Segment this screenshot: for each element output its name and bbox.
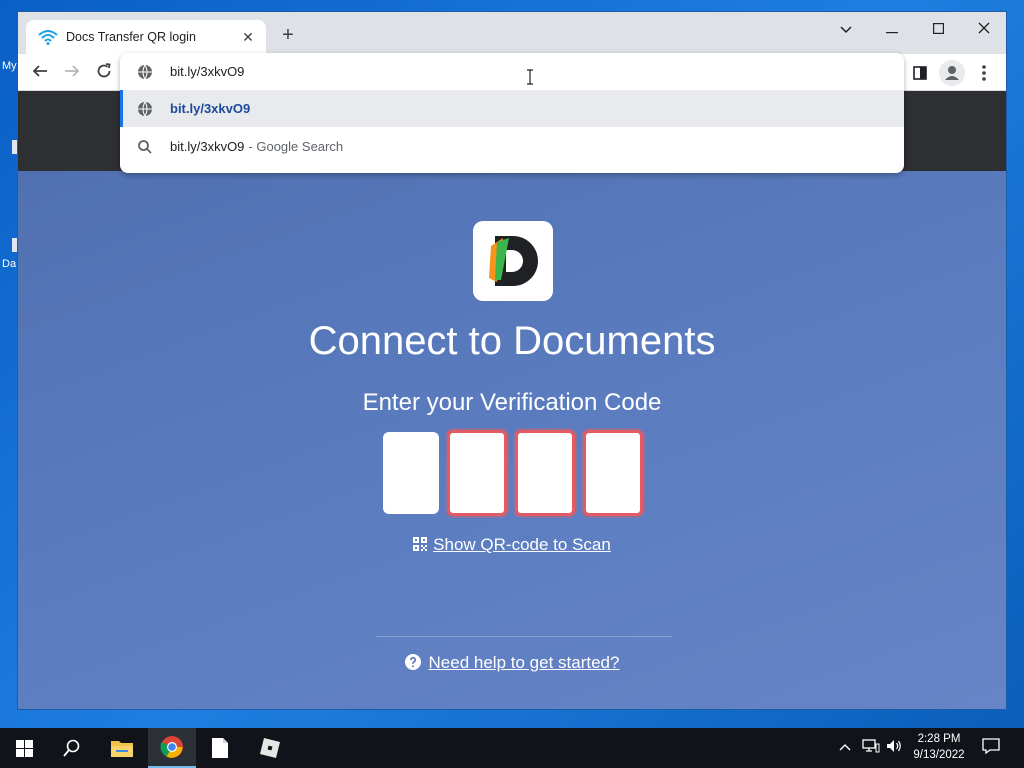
windows-logo-icon xyxy=(15,739,33,757)
folder-icon xyxy=(111,741,133,757)
clock-date: 9/13/2022 xyxy=(913,749,965,761)
globe-icon xyxy=(138,101,152,117)
help-link[interactable]: Need help to get started? xyxy=(18,653,1006,673)
text-cursor-icon xyxy=(527,69,533,85)
tab-strip: Docs Transfer QR login ✕ + xyxy=(18,12,1006,54)
back-arrow-icon xyxy=(32,65,47,77)
taskbar-document-app[interactable] xyxy=(196,728,244,768)
chrome-icon xyxy=(160,736,183,758)
maximize-button[interactable] xyxy=(924,16,952,44)
page-subtitle: Enter your Verification Code xyxy=(362,389,662,416)
divider xyxy=(376,636,672,637)
person-icon xyxy=(945,66,959,80)
suggestion-suffix: - Google Search xyxy=(248,139,344,154)
taskbar-file-explorer[interactable] xyxy=(98,728,146,768)
minimize-button[interactable] xyxy=(878,16,906,44)
show-qr-link[interactable]: Show QR-code to Scan xyxy=(18,535,1006,555)
web-page: Connect to Documents Enter your Verifica… xyxy=(18,91,1006,709)
omnibox-suggestion-url[interactable]: bit.ly/3xkvO9 xyxy=(120,90,904,127)
documents-logo xyxy=(473,221,553,301)
browser-tab[interactable]: Docs Transfer QR login ✕ xyxy=(26,20,266,54)
close-window-button[interactable] xyxy=(970,16,998,44)
code-digit-input[interactable] xyxy=(447,430,507,516)
code-digit-input[interactable] xyxy=(583,430,643,516)
omnibox-dropdown: bit.ly/3xkvO9 bit.ly/3xkvO9 bit.ly/3xkvO… xyxy=(120,53,904,173)
address-input[interactable]: bit.ly/3xkvO9 xyxy=(170,64,244,79)
suggestion-text: bit.ly/3xkvO9 xyxy=(170,101,251,116)
show-qr-link-text: Show QR-code to Scan xyxy=(433,535,611,554)
taskbar: 2:28 PM 9/13/2022 xyxy=(0,728,1024,768)
menu-button[interactable] xyxy=(971,60,997,86)
documents-logo-icon xyxy=(489,236,538,286)
tab-title: Docs Transfer QR login xyxy=(66,30,196,44)
code-digit-input[interactable] xyxy=(515,430,575,516)
side-panel-button[interactable] xyxy=(907,60,933,86)
reload-button[interactable] xyxy=(91,60,117,86)
document-icon xyxy=(212,738,228,758)
roblox-icon xyxy=(260,738,280,758)
search-icon xyxy=(63,739,80,757)
address-bar[interactable]: bit.ly/3xkvO9 xyxy=(120,53,904,90)
side-panel-icon xyxy=(913,66,927,80)
globe-icon xyxy=(138,64,152,80)
desktop-icon-label[interactable]: My xyxy=(2,60,17,72)
forward-arrow-icon xyxy=(65,65,80,77)
tray-overflow-chevron-icon[interactable] xyxy=(839,738,851,754)
tab-close-icon[interactable]: ✕ xyxy=(240,29,256,46)
taskbar-chrome[interactable] xyxy=(148,728,196,768)
profile-avatar[interactable] xyxy=(939,60,965,86)
network-icon[interactable] xyxy=(862,738,880,757)
code-digit-input[interactable] xyxy=(383,432,439,514)
search-icon xyxy=(138,139,152,154)
forward-button[interactable] xyxy=(59,60,85,86)
desktop-icon-label[interactable]: Da xyxy=(2,258,16,270)
system-clock[interactable]: 2:28 PM 9/13/2022 xyxy=(900,731,978,763)
verification-code-inputs xyxy=(383,430,653,516)
omnibox-suggestion-search[interactable]: bit.ly/3xkvO9 - Google Search xyxy=(120,128,904,165)
start-button[interactable] xyxy=(0,728,48,768)
back-button[interactable] xyxy=(27,60,53,86)
tab-search-chevron-icon[interactable] xyxy=(832,16,860,44)
taskbar-roblox-app[interactable] xyxy=(246,728,294,768)
help-link-text: Need help to get started? xyxy=(428,653,620,672)
qr-code-icon xyxy=(413,537,428,551)
page-title: Connect to Documents xyxy=(308,319,716,363)
help-icon xyxy=(404,654,421,670)
suggestion-text: bit.ly/3xkvO9 xyxy=(170,139,245,154)
more-vert-icon xyxy=(982,65,986,81)
taskbar-search-button[interactable] xyxy=(48,728,96,768)
notification-icon[interactable] xyxy=(982,738,1000,757)
clock-time: 2:28 PM xyxy=(917,733,961,745)
new-tab-button[interactable]: + xyxy=(276,24,300,48)
reload-icon xyxy=(97,63,111,78)
wifi-icon xyxy=(38,30,58,45)
